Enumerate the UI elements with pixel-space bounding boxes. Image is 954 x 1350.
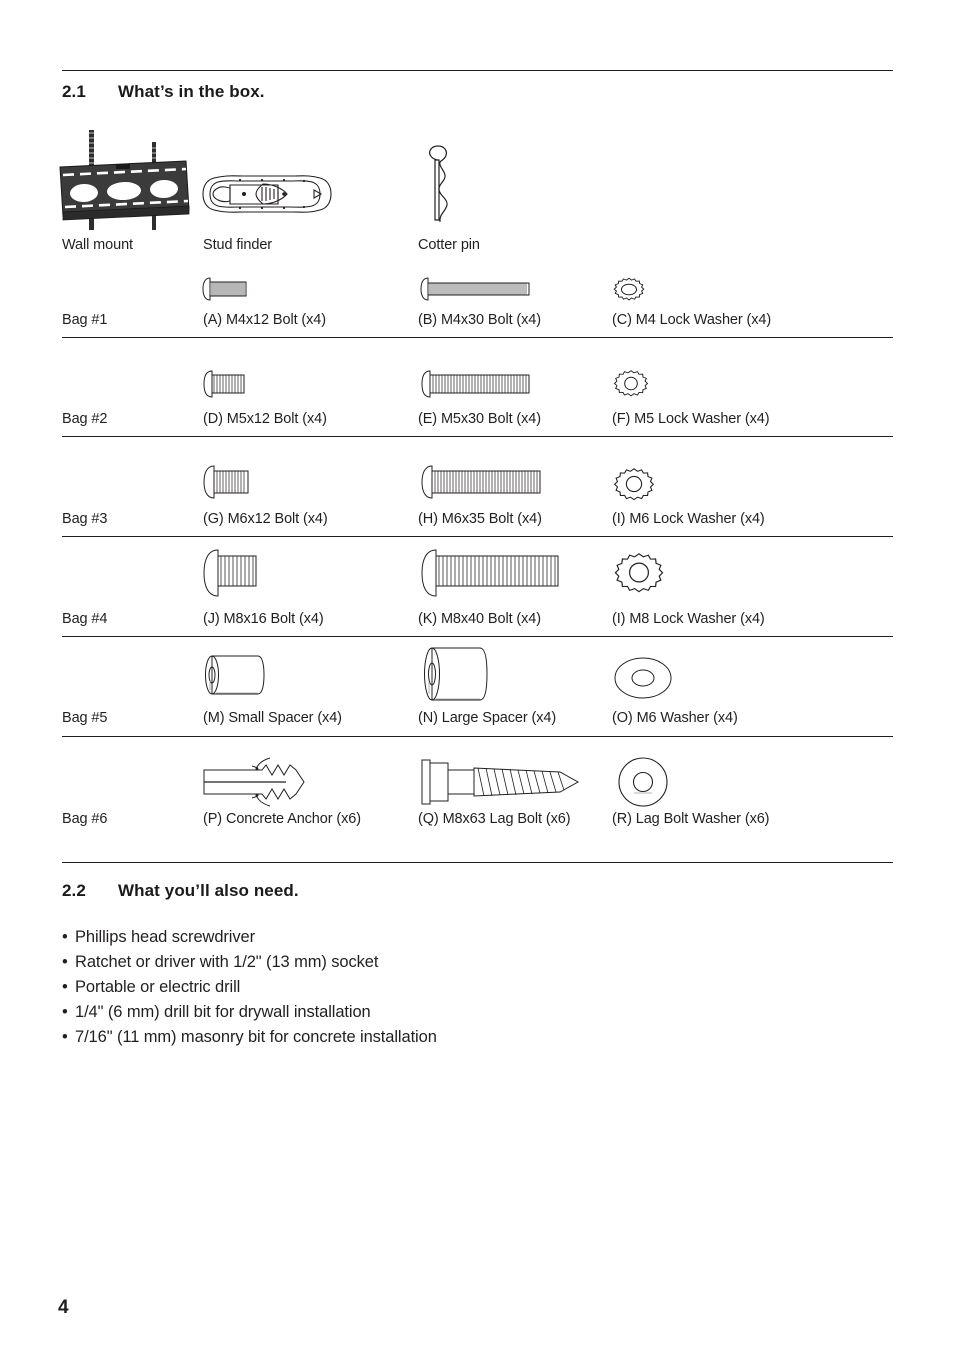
- bolt-icon: [200, 548, 268, 600]
- item-label-m: (M) Small Spacer (x4): [203, 710, 342, 726]
- bolt-icon: [200, 274, 258, 304]
- item-label-stud-finder: Stud finder: [203, 237, 273, 253]
- lock-washer-icon: [612, 370, 650, 400]
- page-number: 4: [58, 1297, 69, 1318]
- section-number: 2.2: [62, 881, 86, 900]
- item-label-e: (E) M5x30 Bolt (x4): [418, 411, 541, 427]
- rule-below-bag-2: [62, 436, 893, 437]
- rule-below-bag-1: [62, 337, 893, 338]
- bullet-icon: •: [62, 953, 68, 971]
- lock-washer-icon: [612, 553, 666, 597]
- list-item-text: 1/4" (6 mm) drill bit for drywall instal…: [75, 1003, 371, 1021]
- section-heading-2-1: 2.1 What’s in the box.: [62, 82, 265, 102]
- rule-above-section-2-2: [62, 862, 893, 863]
- item-label-l: (I) M8 Lock Washer (x4): [612, 611, 765, 627]
- section-title: What you’ll also need.: [118, 881, 299, 900]
- bolt-icon: [418, 463, 548, 501]
- list-item: • 7/16" (11 mm) masonry bit for concrete …: [62, 1025, 862, 1050]
- lag-bolt-washer-icon: [612, 756, 674, 808]
- bolt-icon: [418, 548, 566, 600]
- item-label-wall-mount: Wall mount: [62, 237, 133, 253]
- manual-page: 2.1 What’s in the box. Wall mount Stud f…: [0, 0, 954, 1350]
- lag-bolt-icon: [418, 754, 594, 810]
- item-label-j: (J) M8x16 Bolt (x4): [203, 611, 324, 627]
- bolt-icon: [418, 368, 538, 400]
- bullet-icon: •: [62, 928, 68, 946]
- flat-washer-icon: [612, 655, 674, 701]
- list-item-text: 7/16" (11 mm) masonry bit for concrete i…: [75, 1028, 437, 1046]
- section-number: 2.1: [62, 82, 86, 101]
- bag-label: Bag #4: [62, 611, 108, 627]
- list-item: • Phillips head screwdriver: [62, 925, 862, 950]
- bag-label: Bag #1: [62, 312, 108, 328]
- list-item: • 1/4" (6 mm) drill bit for drywall insta…: [62, 1000, 862, 1025]
- rule-below-bag-3: [62, 536, 893, 537]
- item-label-cotter-pin: Cotter pin: [418, 237, 480, 253]
- spacer-icon: [200, 650, 280, 706]
- rule-below-bag-5: [62, 736, 893, 737]
- concrete-anchor-icon: [200, 756, 320, 808]
- bolt-icon: [200, 368, 258, 400]
- list-item-text: Portable or electric drill: [75, 978, 241, 996]
- cotter-pin-icon: [422, 144, 470, 226]
- list-item-text: Ratchet or driver with 1/2" (13 mm) sock…: [75, 953, 379, 971]
- item-label-g: (G) M6x12 Bolt (x4): [203, 511, 328, 527]
- item-label-k: (K) M8x40 Bolt (x4): [418, 611, 541, 627]
- item-label-o: (O) M6 Washer (x4): [612, 710, 738, 726]
- item-label-c: (C) M4 Lock Washer (x4): [612, 312, 772, 328]
- wall-mount-icon: [56, 128, 196, 233]
- item-label-f: (F) M5 Lock Washer (x4): [612, 411, 770, 427]
- section-title: What’s in the box.: [118, 82, 265, 101]
- item-label-d: (D) M5x12 Bolt (x4): [203, 411, 327, 427]
- bullet-icon: •: [62, 978, 68, 996]
- bullet-icon: •: [62, 1003, 68, 1021]
- list-item: • Ratchet or driver with 1/2" (13 mm) soc…: [62, 950, 862, 975]
- rule-above-section-2-1: [62, 70, 893, 71]
- bolt-icon: [200, 463, 262, 501]
- bag-label: Bag #2: [62, 411, 108, 427]
- item-label-n: (N) Large Spacer (x4): [418, 710, 557, 726]
- list-item-text: Phillips head screwdriver: [75, 928, 255, 946]
- bag-label: Bag #3: [62, 511, 108, 527]
- stud-finder-icon: [200, 168, 335, 220]
- bolt-icon: [418, 274, 538, 304]
- bullet-icon: •: [62, 1028, 68, 1046]
- section-heading-2-2: 2.2 What you’ll also need.: [62, 881, 299, 901]
- bag-label: Bag #6: [62, 811, 108, 827]
- bag-label: Bag #5: [62, 710, 108, 726]
- lock-washer-icon: [612, 277, 646, 304]
- lock-washer-icon: [612, 468, 656, 504]
- list-item: • Portable or electric drill: [62, 975, 862, 1000]
- rule-below-bag-4: [62, 636, 893, 637]
- item-label-b: (B) M4x30 Bolt (x4): [418, 312, 541, 328]
- item-label-i: (I) M6 Lock Washer (x4): [612, 511, 765, 527]
- item-label-h: (H) M6x35 Bolt (x4): [418, 511, 542, 527]
- item-label-r: (R) Lag Bolt Washer (x6): [612, 811, 770, 827]
- item-label-q: (Q) M8x63 Lag Bolt (x6): [418, 811, 571, 827]
- item-label-p: (P) Concrete Anchor (x6): [203, 811, 361, 827]
- tools-needed-list: • Phillips head screwdriver • Ratchet or d…: [62, 925, 862, 1050]
- item-label-a: (A) M4x12 Bolt (x4): [203, 312, 326, 328]
- spacer-icon: [418, 644, 506, 710]
